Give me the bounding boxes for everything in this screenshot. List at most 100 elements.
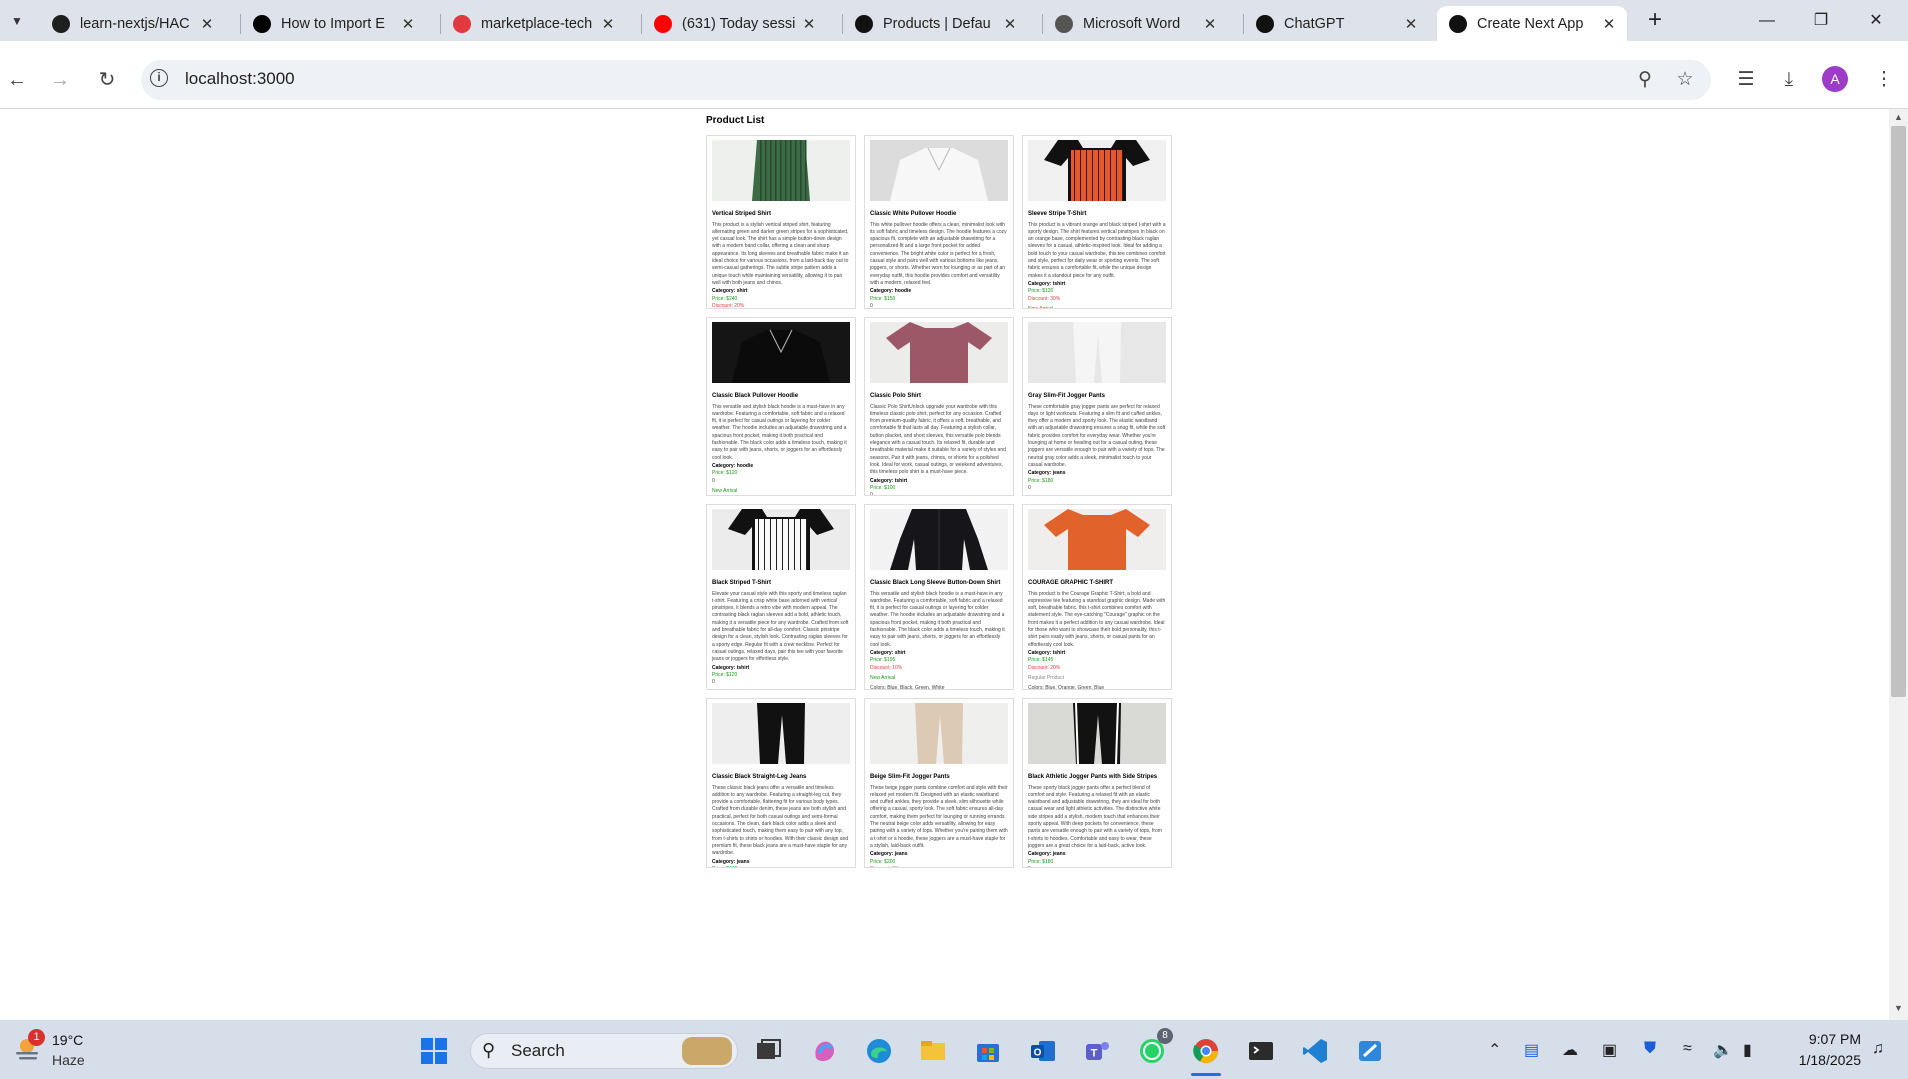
product-image[interactable] — [1028, 509, 1166, 570]
product-name[interactable]: Black Striped T-Shirt — [712, 580, 850, 587]
scroll-up-arrow-icon[interactable]: ▲ — [1891, 112, 1906, 122]
tab-5[interactable]: Products | Defau ✕ — [843, 6, 1028, 41]
product-image[interactable] — [1028, 322, 1166, 383]
url-text[interactable]: localhost:3000 — [185, 69, 295, 89]
show-hidden-icons-chevron-icon[interactable]: ⌃ — [1488, 1040, 1501, 1060]
restore-button[interactable]: ❐ — [1794, 6, 1848, 36]
zoom-icon[interactable]: ⚲ — [1630, 65, 1660, 95]
chrome-icon[interactable] — [1191, 1036, 1221, 1066]
product-name[interactable]: Classic Black Long Sleeve Button-Down Sh… — [870, 580, 1008, 587]
product-card[interactable]: COURAGE GRAPHIC T-SHIRT This product is t… — [1022, 504, 1172, 690]
product-card[interactable]: Classic White Pullover Hoodie This white … — [864, 135, 1014, 309]
display-icon[interactable]: ▣ — [1602, 1040, 1617, 1060]
defender-shield-icon[interactable]: ⛊ — [1644, 1040, 1656, 1058]
product-card[interactable]: Black Striped T-Shirt Elevate your casual… — [706, 504, 856, 690]
back-arrow-icon[interactable]: ← — [2, 65, 32, 95]
forward-arrow-icon[interactable]: → — [45, 65, 75, 95]
copilot-icon[interactable] — [810, 1036, 840, 1066]
tab-close-icon[interactable]: ✕ — [400, 15, 416, 33]
tab-search-chevron-icon[interactable]: ▼ — [8, 12, 26, 30]
battery-icon[interactable]: ▮ — [1743, 1040, 1752, 1060]
windows-start-icon[interactable] — [419, 1036, 449, 1066]
product-name[interactable]: Classic Black Straight-Leg Jeans — [712, 774, 850, 781]
product-card[interactable]: Classic Black Straight-Leg Jeans These cl… — [706, 698, 856, 868]
new-tab-button[interactable]: + — [1641, 7, 1669, 35]
tab-1[interactable]: learn-nextjs/HAC ✕ — [40, 6, 225, 41]
taskbar-search-placeholder[interactable]: Search — [511, 1041, 565, 1061]
close-window-button[interactable]: ✕ — [1849, 6, 1903, 36]
product-image[interactable] — [712, 140, 850, 201]
product-name[interactable]: Beige Slim-Fit Jogger Pants — [870, 774, 1008, 781]
product-image[interactable] — [870, 322, 1008, 383]
product-image[interactable] — [870, 703, 1008, 764]
product-card[interactable]: Sleeve Stripe T-Shirt This product is a v… — [1022, 135, 1172, 309]
task-view-icon[interactable] — [753, 1036, 783, 1066]
product-card[interactable]: Classic Polo Shirt Classic Polo ShirtUnlo… — [864, 317, 1014, 496]
tab-close-icon[interactable]: ✕ — [1403, 15, 1419, 33]
product-image[interactable] — [1028, 702, 1166, 765]
weather-temperature[interactable]: 19°C — [52, 1032, 83, 1048]
product-price: Price: $120 — [712, 671, 738, 678]
product-image[interactable] — [870, 509, 1008, 570]
tab-close-icon[interactable]: ✕ — [600, 15, 616, 33]
tab-4[interactable]: (631) Today sessi ✕ — [642, 6, 827, 41]
product-name[interactable]: Classic Polo Shirt — [870, 393, 1008, 400]
tab-close-icon[interactable]: ✕ — [1202, 15, 1218, 33]
terminal-icon[interactable] — [1246, 1036, 1276, 1066]
tab-close-icon[interactable]: ✕ — [801, 15, 817, 33]
product-image[interactable] — [712, 322, 850, 383]
paint-icon[interactable] — [1355, 1036, 1385, 1066]
tab-close-icon[interactable]: ✕ — [199, 15, 215, 33]
file-explorer-icon[interactable] — [918, 1036, 948, 1066]
product-name[interactable]: Classic Black Pullover Hoodie — [712, 393, 850, 400]
reload-icon[interactable]: ↻ — [92, 65, 122, 95]
product-name[interactable]: Vertical Striped Shirt — [712, 211, 850, 218]
edge-browser-icon[interactable] — [864, 1036, 894, 1066]
bookmark-star-icon[interactable]: ☆ — [1670, 65, 1700, 95]
product-name[interactable]: Gray Slim-Fit Jogger Pants — [1028, 393, 1166, 400]
product-card[interactable]: Beige Slim-Fit Jogger Pants These beige j… — [864, 698, 1014, 868]
weather-condition[interactable]: Haze — [52, 1052, 85, 1068]
tab-close-icon[interactable]: ✕ — [1601, 15, 1617, 33]
vscode-icon[interactable] — [1300, 1036, 1330, 1066]
wifi-icon[interactable]: ≈ — [1683, 1040, 1692, 1058]
minimize-button[interactable]: — — [1740, 6, 1794, 36]
outlook-icon[interactable]: O — [1028, 1036, 1058, 1066]
site-info-icon[interactable]: i — [150, 69, 168, 87]
product-card[interactable]: Vertical Striped Shirt This product is a … — [706, 135, 856, 309]
product-image[interactable] — [712, 703, 850, 764]
product-name[interactable]: Sleeve Stripe T-Shirt — [1028, 211, 1166, 218]
notification-bell-icon[interactable]: ♫ — [1872, 1040, 1884, 1058]
product-image[interactable] — [712, 509, 850, 570]
tab-6[interactable]: Microsoft Word ✕ — [1043, 6, 1228, 41]
product-name[interactable]: Classic White Pullover Hoodie — [870, 211, 1008, 218]
teams-icon[interactable]: T — [1082, 1036, 1112, 1066]
address-bar[interactable] — [141, 60, 1711, 100]
tab-8[interactable]: Create Next App ✕ — [1437, 6, 1627, 41]
product-card[interactable]: Classic Black Long Sleeve Button-Down Sh… — [864, 504, 1014, 690]
product-description: This product is a stylish vertical strip… — [712, 221, 849, 286]
clock-date[interactable]: 1/18/2025 — [1781, 1052, 1861, 1068]
tab-close-icon[interactable]: ✕ — [1002, 15, 1018, 33]
more-menu-icon[interactable]: ⋮ — [1869, 65, 1899, 95]
tab-3[interactable]: marketplace-tech ✕ — [441, 6, 626, 41]
product-name[interactable]: Black Athletic Jogger Pants with Side St… — [1028, 774, 1166, 781]
scroll-down-arrow-icon[interactable]: ▼ — [1891, 1003, 1906, 1013]
tab-2[interactable]: How to Import E ✕ — [241, 6, 426, 41]
scrollbar-thumb[interactable] — [1891, 126, 1906, 697]
volume-icon[interactable]: 🔈 — [1713, 1040, 1733, 1060]
download-icon[interactable]: ⤓ — [1774, 65, 1804, 95]
profile-avatar[interactable]: A — [1822, 66, 1848, 92]
tray-app-icon[interactable]: ▤ — [1524, 1040, 1539, 1060]
product-card[interactable]: Classic Black Pullover Hoodie This versat… — [706, 317, 856, 496]
microsoft-store-icon[interactable] — [973, 1036, 1003, 1066]
product-card[interactable]: Gray Slim-Fit Jogger Pants These comforta… — [1022, 317, 1172, 496]
onedrive-cloud-icon[interactable]: ☁ — [1562, 1040, 1578, 1060]
product-image[interactable] — [1028, 140, 1166, 201]
product-image[interactable] — [870, 140, 1008, 201]
media-control-icon[interactable]: ☰ — [1731, 65, 1761, 95]
tab-7[interactable]: ChatGPT ✕ — [1244, 6, 1429, 41]
clock-time[interactable]: 9:07 PM — [1791, 1031, 1861, 1047]
product-card[interactable]: Black Athletic Jogger Pants with Side St… — [1022, 698, 1172, 868]
product-name[interactable]: COURAGE GRAPHIC T-SHIRT — [1028, 580, 1166, 587]
